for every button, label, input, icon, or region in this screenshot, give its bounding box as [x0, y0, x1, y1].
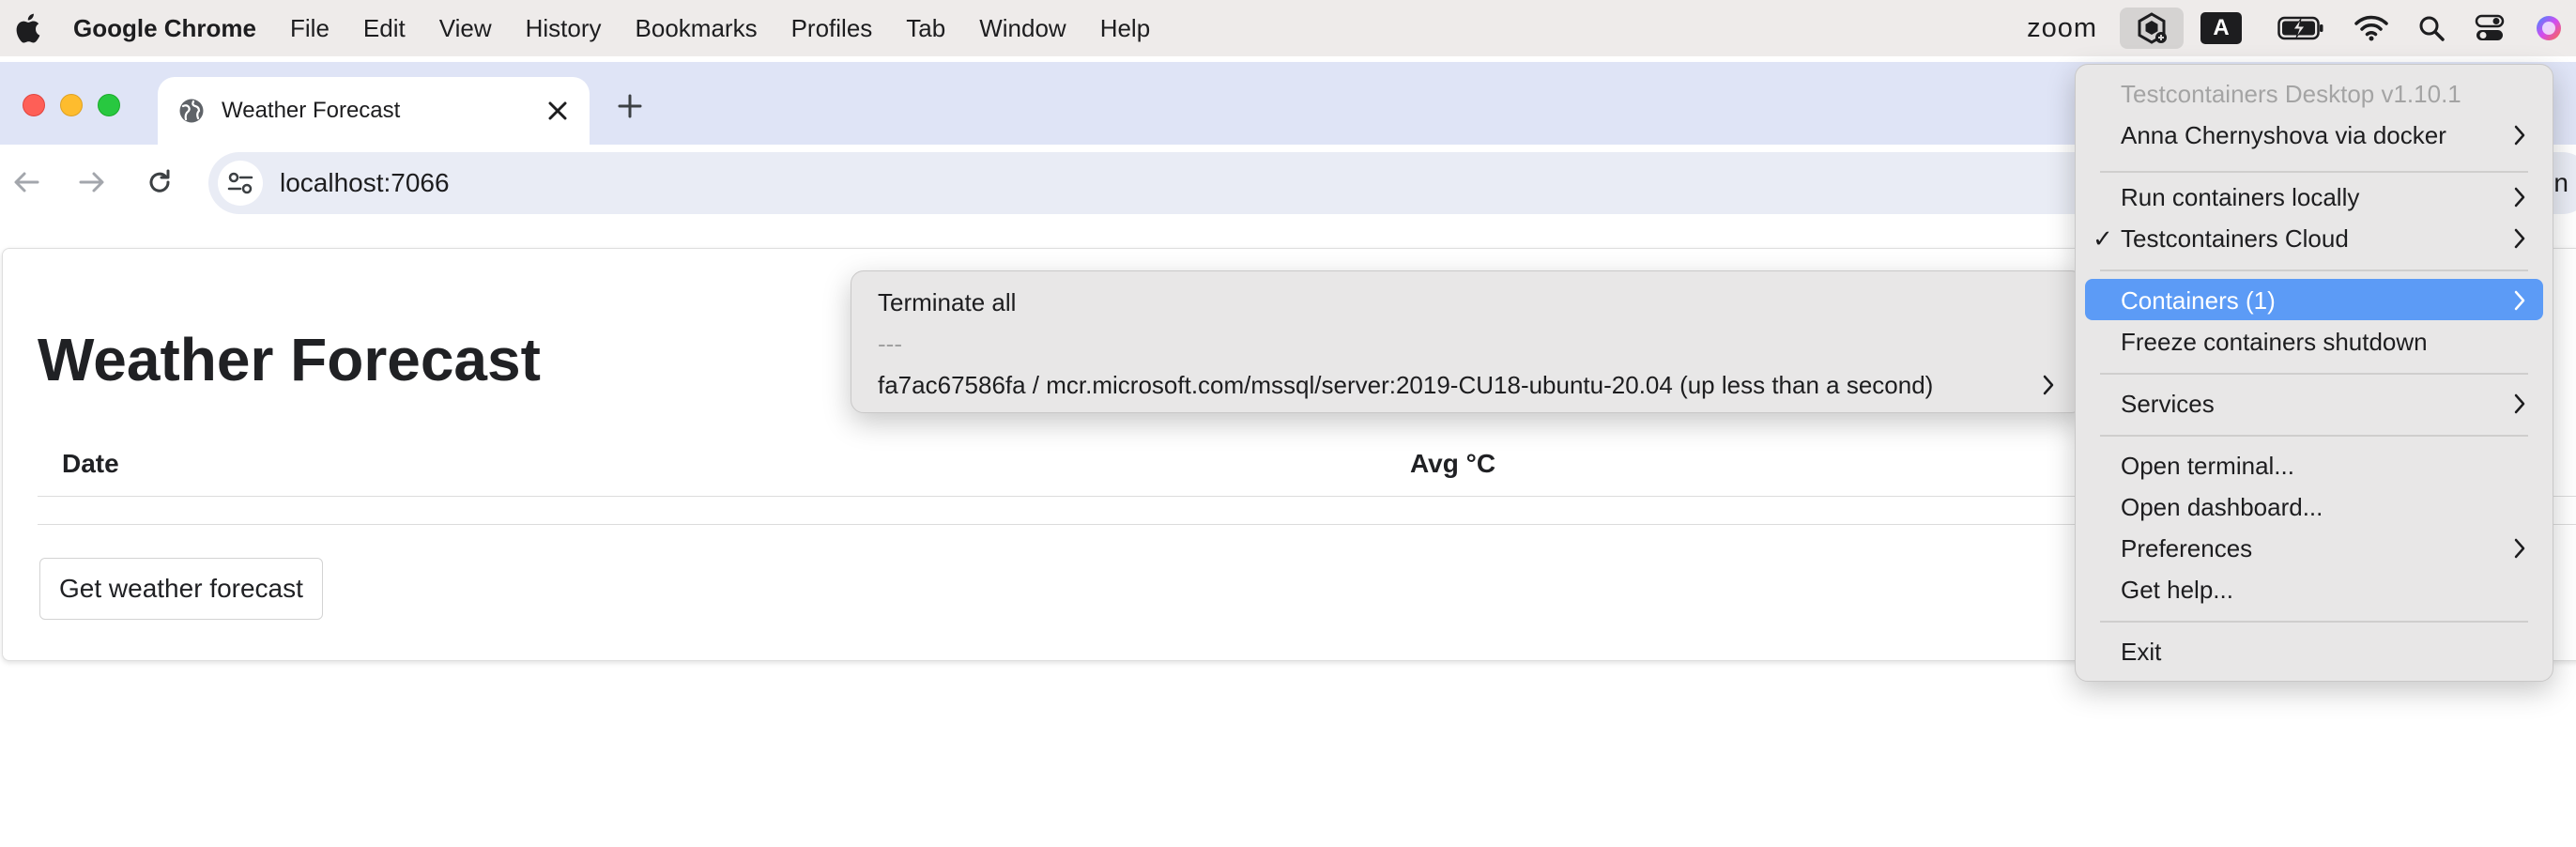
menu-edit[interactable]: Edit [363, 14, 406, 43]
container-menu-item[interactable]: fa7ac67586fa / mcr.microsoft.com/mssql/s… [878, 371, 1933, 400]
menu-bar-status-area: zoom A [2027, 0, 2576, 56]
services-menu-item[interactable]: Services [2121, 390, 2215, 419]
chevron-right-icon [2513, 290, 2526, 316]
menu-file[interactable]: File [290, 14, 330, 43]
version-label: Testcontainers Desktop v1.10.1 [2121, 80, 2461, 108]
menu-separator [2100, 373, 2528, 375]
chevron-right-icon [2042, 375, 2055, 400]
column-header-avg-temp: Avg °C [1410, 449, 1496, 478]
tab-title: Weather Forecast [222, 98, 401, 123]
menu-history[interactable]: History [526, 14, 602, 43]
menu-separator [2100, 171, 2528, 173]
open-terminal-menu-item[interactable]: Open terminal... [2121, 452, 2294, 481]
testcontainers-cloud-menu-item[interactable]: Testcontainers Cloud [2121, 224, 2349, 254]
input-source-badge[interactable]: A [2200, 12, 2242, 44]
zoom-status-item[interactable]: zoom [2027, 13, 2097, 44]
menu-window[interactable]: Window [979, 14, 1066, 43]
submenu-separator-text: --- [878, 330, 902, 358]
menu-separator [2100, 270, 2528, 271]
menu-tab[interactable]: Tab [906, 14, 945, 43]
globe-icon [176, 96, 207, 126]
reload-icon[interactable] [141, 163, 178, 201]
menu-bookmarks[interactable]: Bookmarks [636, 14, 758, 43]
menu-app-name[interactable]: Google Chrome [73, 14, 256, 43]
menu-view[interactable]: View [439, 14, 492, 43]
back-arrow-icon[interactable] [8, 163, 45, 201]
tab-weather-forecast[interactable]: Weather Forecast [158, 77, 590, 145]
testcontainers-tray-icon[interactable] [2120, 8, 2184, 49]
freeze-containers-shutdown-menu-item[interactable]: Freeze containers shutdown [2121, 328, 2428, 357]
spotlight-search-icon[interactable] [2418, 15, 2445, 41]
menu-separator [2100, 621, 2528, 623]
open-dashboard-menu-item[interactable]: Open dashboard... [2121, 493, 2323, 522]
column-header-date: Date [62, 449, 119, 478]
window-close-button[interactable] [23, 94, 45, 116]
apple-logo-icon[interactable] [13, 12, 41, 44]
tab-close-icon[interactable] [543, 96, 573, 126]
site-settings-tune-icon[interactable] [218, 161, 263, 206]
siri-icon[interactable] [2535, 14, 2563, 42]
preferences-menu-item[interactable]: Preferences [2121, 534, 2252, 563]
url-text[interactable]: localhost:7066 [280, 168, 450, 198]
containers-submenu: Terminate all --- fa7ac67586fa / mcr.mic… [851, 270, 2084, 413]
testcontainers-tray-menu: Testcontainers Desktop v1.10.1 Anna Cher… [2075, 64, 2553, 682]
window-zoom-button[interactable] [98, 94, 120, 116]
page-title: Weather Forecast [38, 326, 541, 393]
window-minimize-button[interactable] [60, 94, 83, 116]
wifi-icon[interactable] [2354, 15, 2388, 41]
account-menu-item[interactable]: Anna Chernyshova via docker [2121, 121, 2446, 150]
exit-menu-item[interactable]: Exit [2121, 638, 2161, 667]
menu-help[interactable]: Help [1100, 14, 1150, 43]
control-center-icon[interactable] [2475, 14, 2505, 42]
chevron-right-icon [2513, 125, 2526, 150]
checkmark-icon: ✓ [2093, 224, 2113, 253]
chevron-right-icon [2513, 393, 2526, 419]
run-containers-locally-menu-item[interactable]: Run containers locally [2121, 183, 2359, 212]
containers-menu-item[interactable]: Containers (1) [2121, 286, 2276, 316]
terminate-all-menu-item[interactable]: Terminate all [878, 288, 1016, 317]
menu-profiles[interactable]: Profiles [791, 14, 873, 43]
get-help-menu-item[interactable]: Get help... [2121, 576, 2233, 605]
new-tab-plus-icon[interactable] [612, 88, 648, 124]
menu-bar-left: Google Chrome File Edit View History Boo… [0, 0, 1184, 56]
get-weather-forecast-button[interactable]: Get weather forecast [39, 558, 323, 620]
battery-icon[interactable] [2277, 16, 2324, 40]
chevron-right-icon [2513, 538, 2526, 563]
menu-separator [2100, 435, 2528, 437]
chevron-right-icon [2513, 187, 2526, 212]
forward-arrow-icon[interactable] [73, 163, 111, 201]
chevron-right-icon [2513, 228, 2526, 254]
macos-menu-bar: Google Chrome File Edit View History Boo… [0, 0, 2576, 56]
